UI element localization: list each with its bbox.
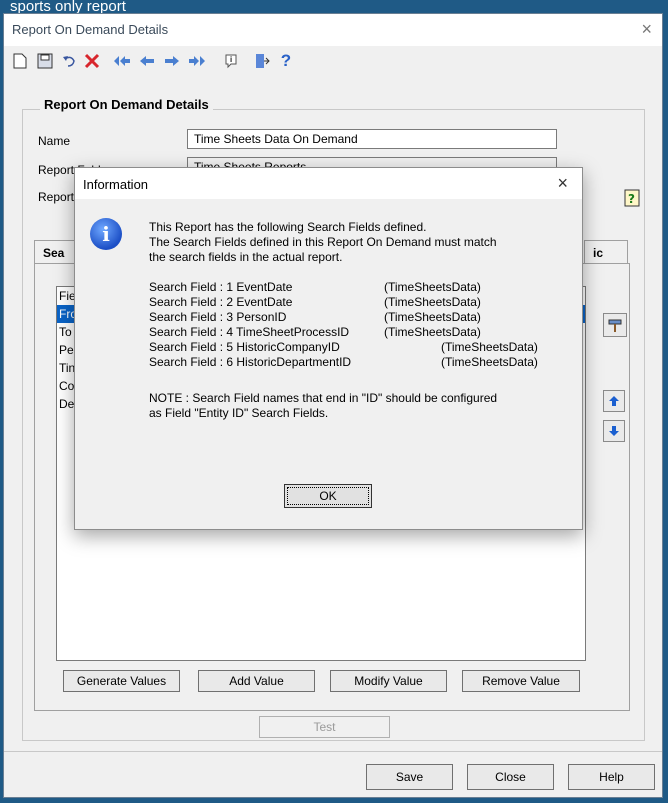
- last-record-icon[interactable]: [187, 51, 207, 71]
- search-field-source: (TimeSheetsData): [384, 295, 481, 309]
- exit-icon[interactable]: [253, 51, 273, 71]
- group-title: Report On Demand Details: [40, 97, 213, 112]
- help-icon[interactable]: ?: [276, 51, 296, 71]
- move-up-button[interactable]: [603, 390, 625, 412]
- background-text: sports only report: [10, 0, 126, 14]
- search-field-name: Search Field : 4 TimeSheetProcessID: [149, 325, 350, 339]
- search-field-source: (TimeSheetsData): [441, 355, 538, 369]
- name-field[interactable]: Time Sheets Data On Demand: [187, 129, 557, 149]
- tab-ic[interactable]: ic: [584, 240, 628, 264]
- next-record-icon[interactable]: [162, 51, 182, 71]
- message-line: The Search Fields defined in this Report…: [149, 235, 497, 249]
- name-label: Name: [38, 134, 71, 148]
- divider: [4, 751, 662, 752]
- search-field-source: (TimeSheetsData): [384, 280, 481, 294]
- ok-button[interactable]: OK: [284, 484, 372, 508]
- undo-icon[interactable]: [59, 51, 79, 71]
- report-label: Report: [38, 190, 75, 204]
- search-field-name: Search Field : 3 PersonID: [149, 310, 287, 324]
- search-field-source: (TimeSheetsData): [441, 340, 538, 354]
- generate-values-button[interactable]: Generate Values: [63, 670, 180, 692]
- save-icon[interactable]: [35, 51, 55, 71]
- dialog-close-button[interactable]: ×: [557, 173, 568, 194]
- save-button[interactable]: Save: [366, 764, 453, 790]
- test-button[interactable]: Test: [259, 716, 390, 738]
- info-icon: i: [90, 218, 122, 250]
- dialog-title: Information: [83, 177, 149, 192]
- new-document-icon[interactable]: [10, 51, 30, 71]
- note-line: as Field "Entity ID" Search Fields.: [149, 406, 329, 420]
- note-line: NOTE : Search Field names that end in "I…: [149, 391, 498, 405]
- remove-value-button[interactable]: Remove Value: [462, 670, 580, 692]
- search-field-name: Search Field : 5 HistoricCompanyID: [149, 340, 340, 354]
- search-field-name: Search Field : 1 EventDate: [149, 280, 293, 294]
- search-field-source: (TimeSheetsData): [384, 310, 481, 324]
- window-close-button[interactable]: ×: [641, 20, 652, 38]
- search-field-name: Search Field : 6 HistoricDepartmentID: [149, 355, 352, 369]
- search-field-source: (TimeSheetsData): [384, 325, 481, 339]
- title-bar: Report On Demand Details ×: [4, 14, 662, 46]
- first-record-icon[interactable]: [112, 51, 132, 71]
- add-value-button[interactable]: Add Value: [198, 670, 315, 692]
- field-tool-button[interactable]: [603, 313, 627, 337]
- move-down-button[interactable]: [603, 420, 625, 442]
- information-dialog: Information × i This Report has the foll…: [74, 167, 583, 530]
- toolbar: ?: [4, 46, 662, 76]
- info-icon[interactable]: [221, 51, 241, 71]
- message-line: This Report has the following Search Fie…: [149, 220, 427, 234]
- report-lookup-icon[interactable]: ?: [621, 186, 645, 210]
- close-button[interactable]: Close: [467, 764, 554, 790]
- search-field-name: Search Field : 2 EventDate: [149, 295, 293, 309]
- previous-record-icon[interactable]: [137, 51, 157, 71]
- message-line: the search fields in the actual report.: [149, 250, 343, 264]
- svg-text:?: ?: [628, 192, 635, 206]
- delete-icon[interactable]: [82, 51, 102, 71]
- help-button[interactable]: Help: [568, 764, 655, 790]
- tab-search[interactable]: Sea: [34, 240, 76, 264]
- modify-value-button[interactable]: Modify Value: [330, 670, 447, 692]
- window-title: Report On Demand Details: [12, 22, 169, 37]
